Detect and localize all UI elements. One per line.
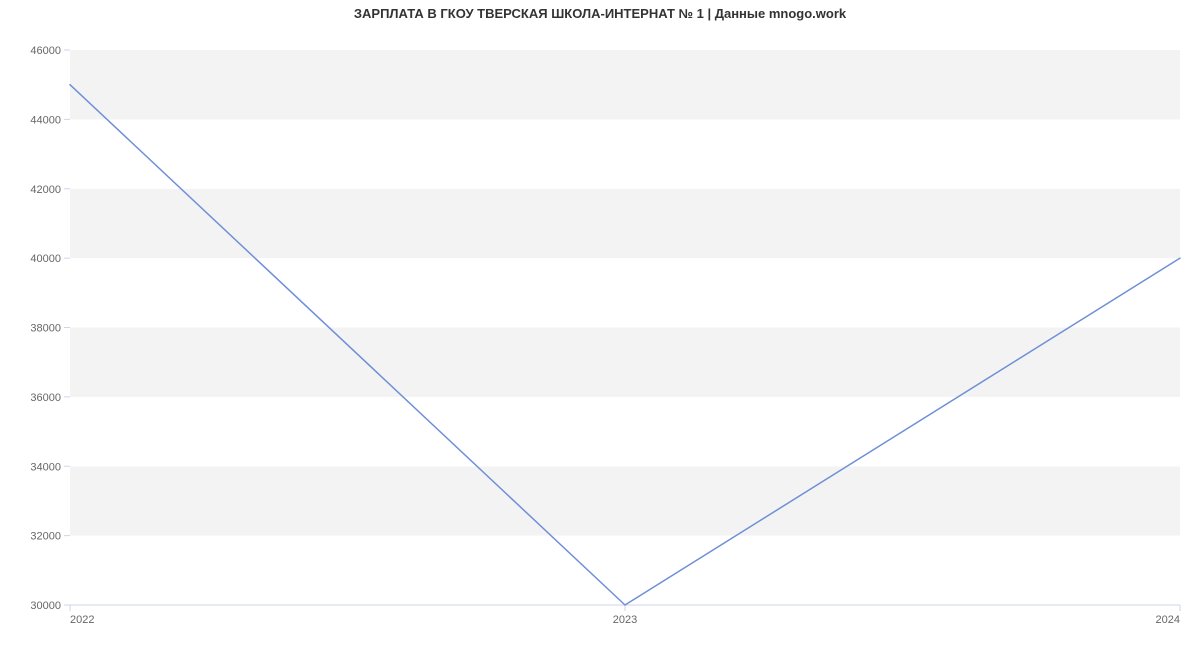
x-tick-label: 2023 [613, 614, 637, 626]
chart-title: ЗАРПЛАТА В ГКОУ ТВЕРСКАЯ ШКОЛА-ИНТЕРНАТ … [0, 6, 1200, 21]
y-tick-label: 36000 [30, 392, 61, 404]
y-tick-label: 34000 [30, 461, 61, 473]
y-tick-label: 42000 [30, 184, 61, 196]
chart-svg: 30000 32000 34000 36000 38000 40000 42000 44000… [0, 0, 1200, 650]
plot-band [70, 189, 1180, 258]
y-tick-label: 32000 [30, 531, 61, 543]
plot-band [70, 536, 1180, 605]
y-tick-label: 46000 [30, 45, 61, 57]
y-tick-label: 30000 [30, 600, 61, 612]
plot-band [70, 258, 1180, 327]
y-tick-label: 44000 [30, 114, 61, 126]
plot-band [70, 466, 1180, 535]
x-tick-label: 2024 [1156, 614, 1180, 626]
plot-band [70, 50, 1180, 119]
chart-container: ЗАРПЛАТА В ГКОУ ТВЕРСКАЯ ШКОЛА-ИНТЕРНАТ … [0, 0, 1200, 650]
plot-band [70, 119, 1180, 188]
x-tick-label: 2022 [70, 614, 94, 626]
plot-band [70, 397, 1180, 466]
y-tick-label: 40000 [30, 253, 61, 265]
y-tick-label: 38000 [30, 323, 61, 335]
